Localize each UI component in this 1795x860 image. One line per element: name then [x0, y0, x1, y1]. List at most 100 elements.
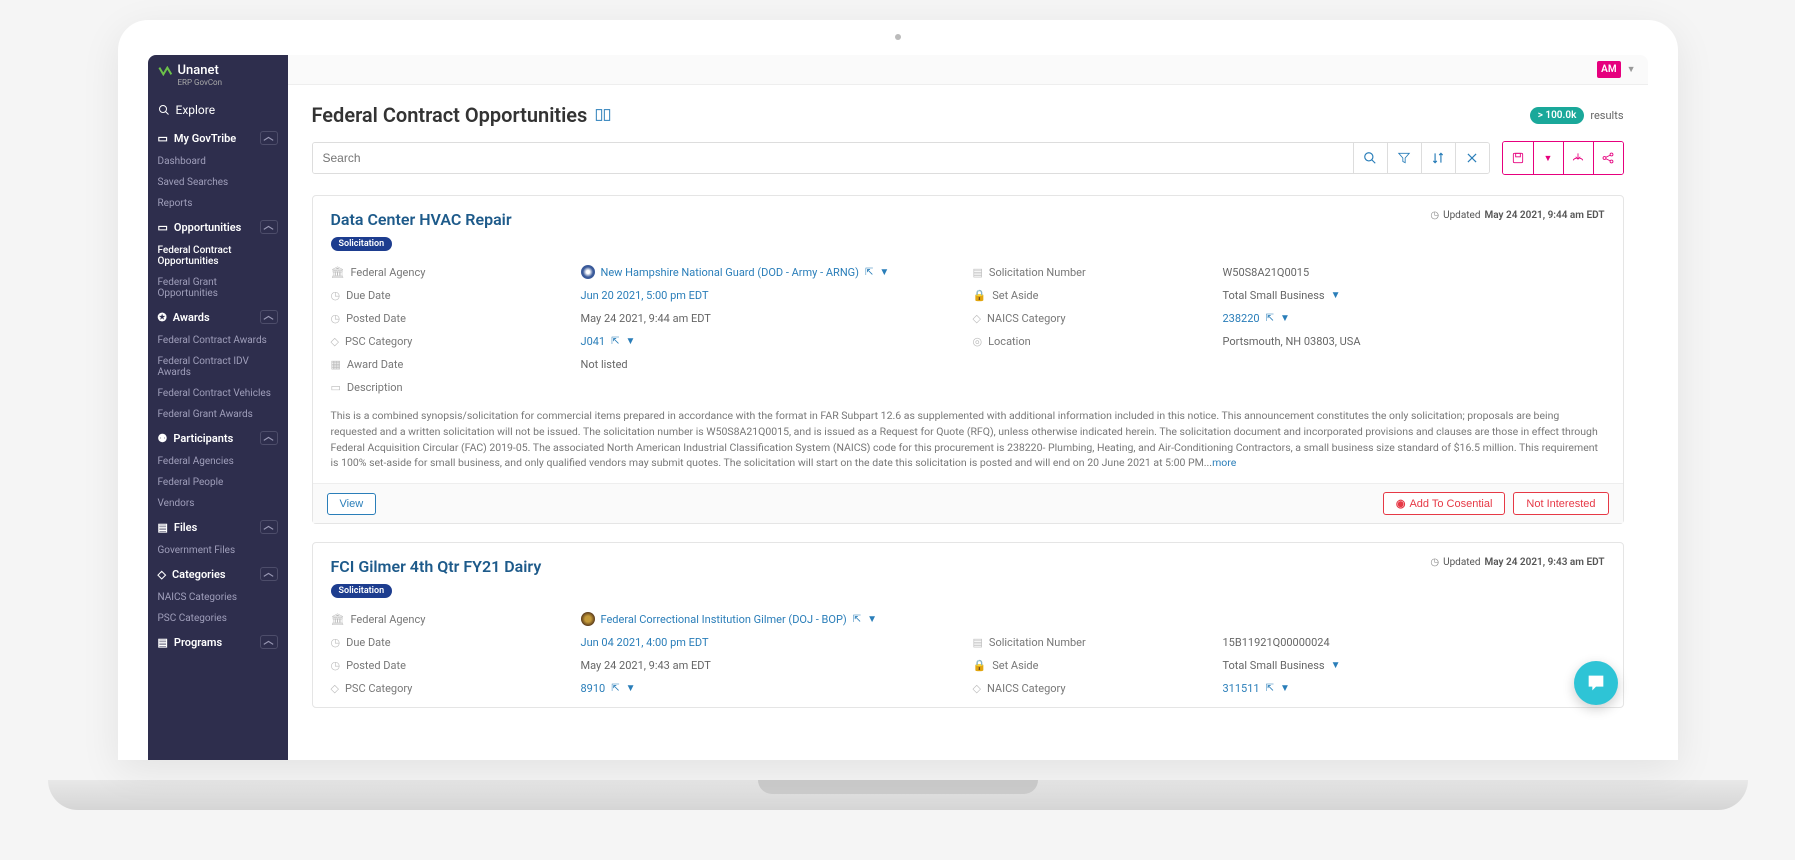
not-interested-button[interactable]: Not Interested [1513, 492, 1608, 515]
sidebar-item[interactable]: Federal Grant Opportunities [148, 272, 288, 304]
filter-icon[interactable]: ▼ [867, 614, 877, 625]
download-button[interactable] [1563, 142, 1593, 174]
tree-icon[interactable]: ⇱ [1266, 683, 1274, 694]
user-menu-chevron[interactable]: ▼ [1627, 64, 1636, 75]
sidebar-item[interactable]: Federal Agencies [148, 451, 288, 472]
naics-link[interactable]: 238220 ⇱ ▼ [1223, 312, 1605, 325]
card-title-link[interactable]: Data Center HVAC Repair [331, 210, 512, 229]
clear-button[interactable] [1455, 143, 1489, 173]
sidebar-section-header[interactable]: ▭My GovTribe︿ [148, 125, 288, 151]
search-button[interactable] [1353, 143, 1387, 173]
tree-icon[interactable]: ⇱ [853, 614, 861, 625]
clock-icon: ◷ [1430, 557, 1439, 568]
chat-bubble[interactable] [1574, 661, 1618, 705]
sidebar-section-header[interactable]: ⚉Participants︿ [148, 425, 288, 451]
lock-icon: 🔒 [973, 289, 987, 302]
sidebar-section-header[interactable]: ▭Opportunities︿ [148, 214, 288, 240]
main-content: AM ▼ Federal Contract Opportunities > 10… [288, 55, 1648, 760]
share-button[interactable] [1593, 142, 1623, 174]
sidebar-item[interactable]: Federal Grant Awards [148, 404, 288, 425]
page-title: Federal Contract Opportunities [312, 103, 588, 127]
tree-icon[interactable]: ⇱ [611, 683, 619, 694]
tag-icon: ◇ [973, 312, 981, 325]
sidebar-section-header[interactable]: ▤Files︿ [148, 514, 288, 540]
sidebar-item[interactable]: Federal Contract Awards [148, 330, 288, 351]
sidebar-section-header[interactable]: ✪Awards︿ [148, 304, 288, 330]
results-count: > 100.0k results [1530, 107, 1624, 124]
sol-number: W50S8A21Q0015 [1223, 265, 1605, 279]
opportunity-card: FCI Gilmer 4th Qtr FY21 Dairy Solicitati… [312, 542, 1624, 708]
psc-link[interactable]: J041 ⇱ ▼ [581, 335, 963, 348]
chevron-up-icon: ︿ [260, 310, 278, 324]
due-date[interactable]: Jun 04 2021, 4:00 pm EDT [581, 636, 963, 649]
filter-icon[interactable]: ▼ [1280, 683, 1290, 694]
tree-icon[interactable]: ⇱ [865, 267, 873, 278]
tag-icon: ◇ [331, 682, 339, 695]
sidebar: Unanet ERP GovCon Explore ▭My GovTribe︿D… [148, 55, 288, 760]
tag-icon: ◇ [973, 682, 981, 695]
add-cosential-button[interactable]: ◉ Add To Cosential [1383, 492, 1506, 515]
chevron-up-icon: ︿ [260, 635, 278, 649]
building-icon: 🏛 [331, 613, 345, 626]
sidebar-section-header[interactable]: ▤Programs︿ [148, 629, 288, 655]
sort-button[interactable] [1421, 143, 1455, 173]
tag-icon: ◇ [331, 335, 339, 348]
agency-link[interactable]: Federal Correctional Institution Gilmer … [581, 612, 963, 626]
filter-icon[interactable]: ▼ [1331, 660, 1341, 671]
view-button[interactable]: View [327, 493, 377, 515]
user-avatar[interactable]: AM [1597, 61, 1620, 78]
lock-icon: 🔒 [973, 659, 987, 672]
location: Portsmouth, NH 03803, USA [1223, 335, 1605, 348]
sidebar-item[interactable]: Vendors [148, 493, 288, 514]
sidebar-item[interactable]: Federal Contract Opportunities [148, 240, 288, 272]
section-label: My GovTribe [174, 132, 236, 145]
solicitation-tag: Solicitation [331, 584, 393, 598]
dropdown-button[interactable]: ▼ [1533, 142, 1563, 174]
topbar: AM ▼ [288, 55, 1648, 85]
search-input[interactable] [313, 143, 1353, 173]
clock-icon: ◷ [331, 659, 341, 672]
tree-icon[interactable]: ⇱ [611, 336, 619, 347]
sidebar-explore[interactable]: Explore [148, 95, 288, 125]
agency-link[interactable]: New Hampshire National Guard (DOD - Army… [581, 265, 963, 279]
psc-link[interactable]: 8910 ⇱ ▼ [581, 682, 963, 695]
sidebar-item[interactable]: Federal People [148, 472, 288, 493]
sidebar-item[interactable]: Dashboard [148, 151, 288, 172]
sidebar-section-header[interactable]: ◇Categories︿ [148, 561, 288, 587]
brand-icon [158, 66, 174, 76]
due-date[interactable]: Jun 20 2021, 5:00 pm EDT [581, 289, 963, 302]
brand-logo: Unanet ERP GovCon [148, 55, 288, 95]
sidebar-item[interactable]: PSC Categories [148, 608, 288, 629]
more-link[interactable]: more [1212, 456, 1236, 469]
sidebar-item[interactable]: Federal Contract IDV Awards [148, 351, 288, 383]
filter-icon[interactable]: ▼ [626, 683, 636, 694]
doc-icon: ▤ [973, 266, 983, 279]
tree-icon[interactable]: ⇱ [1266, 313, 1274, 324]
filter-icon[interactable]: ▼ [1280, 313, 1290, 324]
naics-link[interactable]: 311511 ⇱ ▼ [1223, 682, 1605, 695]
filter-icon[interactable]: ▼ [1331, 290, 1341, 301]
clock-icon: ◷ [331, 636, 341, 649]
filter-icon[interactable]: ▼ [626, 336, 636, 347]
chat-icon [1585, 672, 1607, 694]
section-icon: ▤ [158, 521, 168, 534]
sidebar-item[interactable]: Government Files [148, 540, 288, 561]
book-icon[interactable] [595, 108, 611, 123]
section-icon: ✪ [158, 311, 167, 324]
sidebar-item[interactable]: Saved Searches [148, 172, 288, 193]
search-group [312, 142, 1490, 174]
sidebar-item[interactable]: NAICS Categories [148, 587, 288, 608]
card-title-link[interactable]: FCI Gilmer 4th Qtr FY21 Dairy [331, 557, 542, 576]
section-icon: ◇ [158, 568, 166, 581]
sidebar-item[interactable]: Reports [148, 193, 288, 214]
sidebar-item[interactable]: Federal Contract Vehicles [148, 383, 288, 404]
opportunity-card: Data Center HVAC Repair Solicitation ◷ U… [312, 195, 1624, 524]
section-label: Categories [172, 568, 226, 581]
save-search-button[interactable] [1503, 142, 1533, 174]
filter-icon[interactable]: ▼ [879, 267, 889, 278]
chevron-up-icon: ︿ [260, 220, 278, 234]
chevron-up-icon: ︿ [260, 131, 278, 145]
section-icon: ▤ [158, 636, 168, 649]
filter-button[interactable] [1387, 143, 1421, 173]
chevron-up-icon: ︿ [260, 431, 278, 445]
